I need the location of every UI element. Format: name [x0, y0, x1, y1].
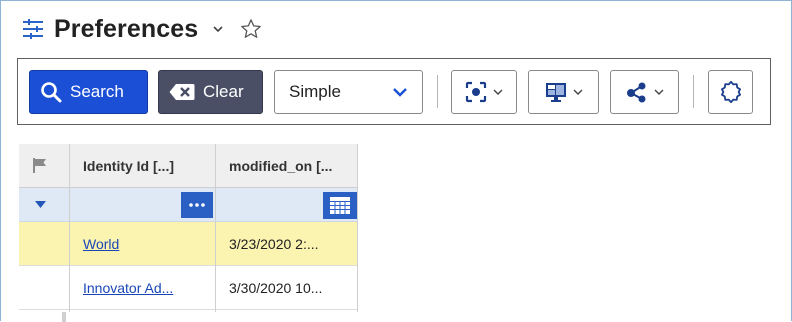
chevron-down-icon[interactable]	[212, 23, 224, 35]
modified-on-cell: 3/30/2020 10...	[229, 279, 323, 296]
sliders-icon	[23, 19, 43, 39]
capture-menu-button[interactable]	[451, 70, 517, 114]
title-bar: Preferences	[22, 12, 262, 46]
column-divider	[69, 144, 70, 312]
toolbar-separator	[693, 75, 694, 108]
search-icon	[41, 82, 62, 103]
flag-column-header[interactable]	[33, 144, 47, 187]
clear-button-label: Clear	[203, 82, 244, 101]
search-toolbar: Search Clear Simple	[17, 58, 771, 125]
modified-on-cell: 3/23/2020 2:...	[229, 235, 319, 252]
chevron-down-icon	[493, 89, 503, 95]
caret-down-icon[interactable]	[35, 201, 46, 208]
capture-icon	[465, 81, 487, 103]
page-title: Preferences	[54, 14, 199, 43]
column-header-modified-on[interactable]: modified_on [...	[229, 144, 332, 187]
ellipsis-button[interactable]	[181, 192, 213, 218]
flag-icon	[33, 158, 46, 173]
monitor-layout-icon	[545, 83, 566, 102]
modified-on-filter-input[interactable]	[217, 188, 321, 220]
chevron-down-icon	[654, 89, 663, 95]
calendar-button[interactable]	[323, 192, 357, 219]
search-button-label: Search	[70, 82, 124, 101]
settings-button[interactable]	[708, 70, 753, 114]
column-divider	[357, 144, 358, 312]
share-icon	[626, 82, 645, 103]
calendar-icon	[330, 197, 350, 214]
search-button[interactable]: Search	[29, 70, 148, 114]
star-icon[interactable]	[240, 18, 262, 40]
column-divider	[215, 144, 216, 312]
gear-icon	[720, 80, 741, 104]
column-header-identity[interactable]: Identity Id [...]	[83, 144, 174, 187]
search-mode-value: Simple	[289, 82, 341, 101]
layout-menu-button[interactable]	[528, 70, 599, 114]
chevron-down-icon	[393, 88, 407, 97]
share-menu-button[interactable]	[610, 70, 679, 114]
chevron-down-icon	[573, 89, 582, 95]
clear-button[interactable]: Clear	[158, 70, 263, 114]
toolbar-separator	[437, 75, 438, 108]
ellipsis-icon	[189, 203, 205, 207]
identity-link[interactable]: World	[83, 222, 119, 265]
identity-link[interactable]: Innovator Ad...	[83, 266, 173, 309]
backspace-icon	[169, 84, 195, 100]
scroll-indicator	[62, 312, 66, 322]
search-mode-select[interactable]: Simple	[274, 70, 423, 114]
